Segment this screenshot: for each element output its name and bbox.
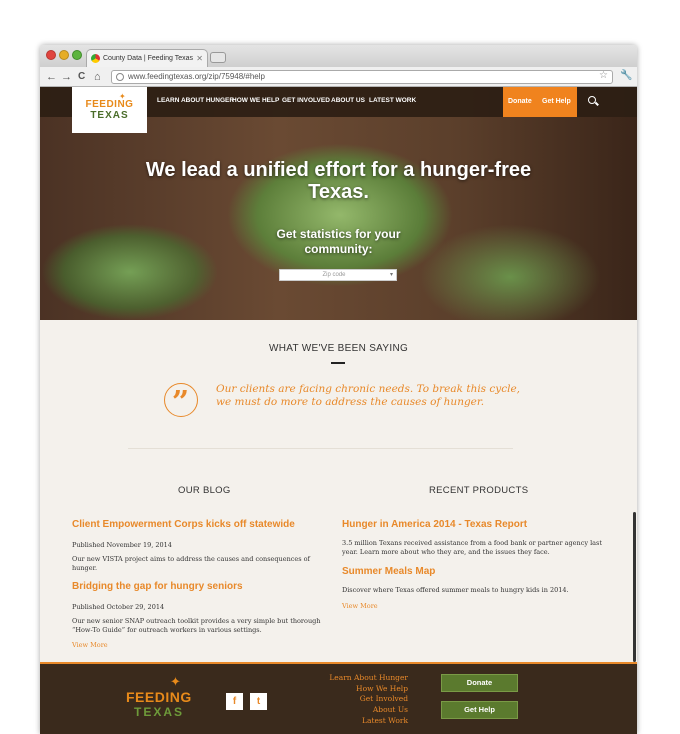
logo-feeding-text: FEEDING <box>85 99 134 110</box>
address-bar[interactable]: www.feedingtexas.org/zip/75948/#help ☆ <box>111 70 613 84</box>
blog-post-excerpt: Our new senior SNAP outreach toolkit pro… <box>72 617 321 634</box>
footer-get-help-button[interactable]: Get Help <box>441 701 518 719</box>
quote-text: Our clients are facing chronic needs. To… <box>216 383 521 408</box>
tab-title: County Data | Feeding Texas <box>103 55 194 62</box>
blog-post-title[interactable]: Client Empowerment Corps kicks off state… <box>72 519 295 530</box>
browser-tab[interactable]: County Data | Feeding Texas ✕ <box>86 49 208 67</box>
nav-about-us[interactable]: ABOUT US <box>331 97 365 104</box>
product-title[interactable]: Summer Meals Map <box>342 566 435 577</box>
minimize-window-button[interactable] <box>59 50 69 60</box>
blog-post-date: Published November 19, 2014 <box>72 541 172 549</box>
search-icon[interactable] <box>588 96 596 104</box>
logo-texas-text: TEXAS <box>90 110 129 121</box>
footer-link-how-we-help[interactable]: How We Help <box>310 684 408 695</box>
footer-logo-texas-text: TEXAS <box>134 705 185 719</box>
footer-link-learn-about-hunger[interactable]: Learn About Hunger <box>310 673 408 684</box>
url-text: www.feedingtexas.org/zip/75948/#help <box>128 72 265 81</box>
page-scrollbar[interactable] <box>633 512 636 662</box>
blog-heading: OUR BLOG <box>178 485 231 496</box>
footer-link-latest-work[interactable]: Latest Work <box>310 716 408 727</box>
zip-code-placeholder: Zip code <box>322 272 346 278</box>
header-donate-link[interactable]: Donate <box>508 98 532 105</box>
twitter-icon[interactable]: t <box>250 693 267 710</box>
nav-latest-work[interactable]: LATEST WORK <box>369 97 416 104</box>
blog-post-title[interactable]: Bridging the gap for hungry seniors <box>72 581 243 592</box>
bookmark-star-icon[interactable]: ☆ <box>599 70 608 81</box>
product-excerpt: Discover where Texas offered summer meal… <box>342 586 569 594</box>
products-view-more-link[interactable]: View More <box>342 602 378 610</box>
section-divider <box>128 448 513 449</box>
close-window-button[interactable] <box>46 50 56 60</box>
nav-get-involved[interactable]: GET INVOLVED <box>282 97 330 104</box>
footer-logo-feeding-text: FEEDING <box>126 689 192 705</box>
tab-close-icon[interactable]: ✕ <box>196 50 203 67</box>
header-actions: Donate Get Help <box>503 87 577 117</box>
wheat-icon: ✦ <box>170 674 181 689</box>
page-content: LEARN ABOUT HUNGER HOW WE HELP GET INVOL… <box>40 87 637 734</box>
new-tab-button[interactable] <box>210 52 226 63</box>
home-icon[interactable]: ⌂ <box>94 70 101 84</box>
product-excerpt: 3.5 million Texans received assistance f… <box>342 539 602 556</box>
chevron-down-icon: ▾ <box>389 272 393 278</box>
tab-bar: County Data | Feeding Texas ✕ <box>40 45 637 67</box>
back-icon[interactable]: ← <box>46 70 57 84</box>
quote-icon: ” <box>164 383 198 420</box>
nav-learn-about-hunger[interactable]: LEARN ABOUT HUNGER <box>157 97 234 104</box>
zip-code-select[interactable]: Zip code ▾ <box>279 269 397 281</box>
globe-icon <box>116 73 124 81</box>
header-get-help-link[interactable]: Get Help <box>542 98 571 105</box>
hero-banner: LEARN ABOUT HUNGER HOW WE HELP GET INVOL… <box>40 87 637 320</box>
products-heading: RECENT PRODUCTS <box>429 485 529 496</box>
reload-icon[interactable]: C <box>78 70 85 84</box>
forward-icon[interactable]: → <box>61 70 72 84</box>
blog-view-more-link[interactable]: View More <box>72 641 108 649</box>
heading-underline <box>331 362 345 364</box>
chrome-favicon-icon <box>91 54 100 63</box>
footer-link-about-us[interactable]: About Us <box>310 705 408 716</box>
facebook-icon[interactable]: f <box>226 693 243 710</box>
footer-donate-button[interactable]: Donate <box>441 674 518 692</box>
site-logo[interactable]: ✦ FEEDING TEXAS <box>72 87 147 133</box>
product-title[interactable]: Hunger in America 2014 - Texas Report <box>342 519 527 530</box>
wrench-icon[interactable]: 🔧 <box>620 70 632 81</box>
footer-link-get-involved[interactable]: Get Involved <box>310 694 408 705</box>
browser-toolbar: ← → C ⌂ www.feedingtexas.org/zip/75948/#… <box>40 67 637 87</box>
nav-how-we-help[interactable]: HOW WE HELP <box>232 97 279 104</box>
blog-post-excerpt: Our new VISTA project aims to address th… <box>72 555 310 572</box>
saying-heading: WHAT WE'VE BEEN SAYING <box>268 343 409 354</box>
blog-post-date: Published October 29, 2014 <box>72 603 165 611</box>
maximize-window-button[interactable] <box>72 50 82 60</box>
hero-subtitle: Get statistics for your community: <box>276 227 401 256</box>
browser-window: County Data | Feeding Texas ✕ ← → C ⌂ ww… <box>40 45 637 734</box>
quote-mark: ” <box>171 385 190 420</box>
hero-title: We lead a unified effort for a hunger-fr… <box>145 159 532 203</box>
footer-links: Learn About Hunger How We Help Get Invol… <box>310 673 408 727</box>
site-footer: ✦ FEEDING TEXAS f t Learn About Hunger H… <box>40 662 637 734</box>
